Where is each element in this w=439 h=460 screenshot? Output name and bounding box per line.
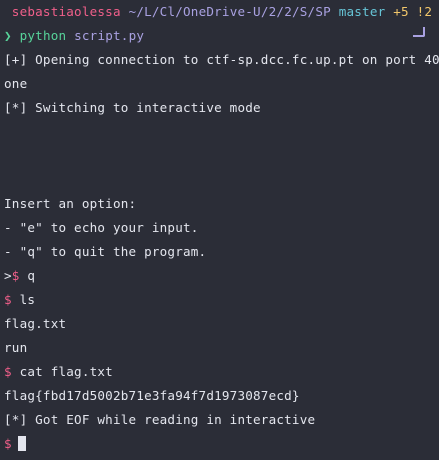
terminal-window[interactable]: sebastiaolessa ~/L/Cl/OneDrive-U/2/2/S/S… — [0, 0, 439, 460]
dollar-prompt: $ — [11, 268, 20, 283]
user-input: cat flag.txt — [11, 364, 113, 379]
output-line: flag{fbd17d5002b71e3fa94f7d1973087ecd} — [4, 388, 300, 403]
command-line: ❯ python script.py — [4, 24, 435, 48]
command-name: python — [19, 28, 67, 43]
output-line: - "e" to echo your input. — [4, 220, 199, 235]
active-input-line[interactable]: $ — [4, 432, 435, 456]
interactive-input-line: >$ q — [4, 264, 435, 288]
dollar-prompt: $ — [4, 292, 12, 307]
dollar-prompt: $ — [4, 436, 12, 451]
prompt-username: sebastiaolessa — [11, 4, 121, 19]
output-line: one — [4, 76, 28, 91]
output-line: - "q" to quit the program. — [4, 244, 207, 259]
prompt-marker: > — [4, 268, 12, 283]
user-input: q — [19, 268, 36, 283]
output-line: Insert an option: — [4, 196, 137, 211]
output-line: flag.txt — [4, 316, 67, 331]
shell-prompt-line: sebastiaolessa ~/L/Cl/OneDrive-U/2/2/S/S… — [4, 0, 435, 24]
output-line: [+] Opening connection to ctf-sp.dcc.fc.… — [4, 52, 439, 67]
prompt-chevron-icon: ❯ — [4, 28, 12, 43]
output-line: [*] Switching to interactive mode — [4, 100, 261, 115]
interactive-input-line: $ ls — [4, 288, 435, 312]
command-argument: script.py — [74, 28, 145, 43]
interactive-input-line: $ cat flag.txt — [4, 360, 435, 384]
git-branch: master — [338, 4, 386, 19]
git-ahead-count: +5 — [393, 4, 409, 19]
user-input: ls — [11, 292, 36, 307]
output-line: [*] Got EOF while reading in interactive — [4, 412, 316, 427]
git-modified-count: !2 — [416, 4, 433, 19]
block-cursor[interactable] — [17, 436, 26, 451]
output-line: run — [4, 340, 28, 355]
prompt-path: ~/L/Cl/OneDrive-U/2/2/S/SP — [128, 4, 331, 19]
return-arrow-icon — [413, 27, 425, 37]
dollar-prompt: $ — [4, 364, 12, 379]
